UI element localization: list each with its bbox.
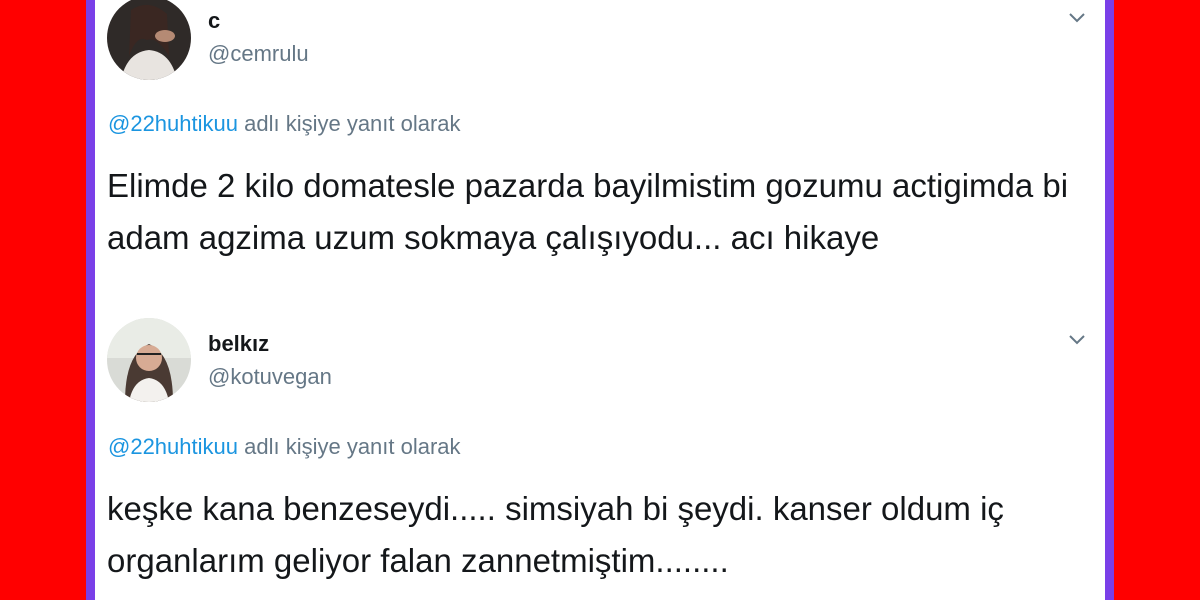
avatar-photo bbox=[107, 318, 191, 402]
avatar[interactable] bbox=[107, 318, 191, 402]
chevron-down-icon[interactable] bbox=[1065, 327, 1089, 351]
reply-context-label: adlı kişiye yanıt olarak bbox=[244, 434, 461, 459]
display-name[interactable]: belkız bbox=[208, 331, 269, 357]
reply-mention-link[interactable]: @22huhtikuu bbox=[108, 434, 238, 459]
reply-context: @22huhtikuu adlı kişiye yanıt olarak bbox=[108, 434, 461, 460]
tweets-card: c @cemrulu @22huhtikuu adlı kişiye yanıt… bbox=[95, 0, 1105, 600]
tweet-2: belkız @kotuvegan @22huhtikuu adlı kişiy… bbox=[95, 0, 1105, 600]
tweet-text: keşke kana benzeseydi..... simsiyah bi ş… bbox=[107, 490, 1004, 579]
user-handle[interactable]: @kotuvegan bbox=[208, 364, 332, 390]
